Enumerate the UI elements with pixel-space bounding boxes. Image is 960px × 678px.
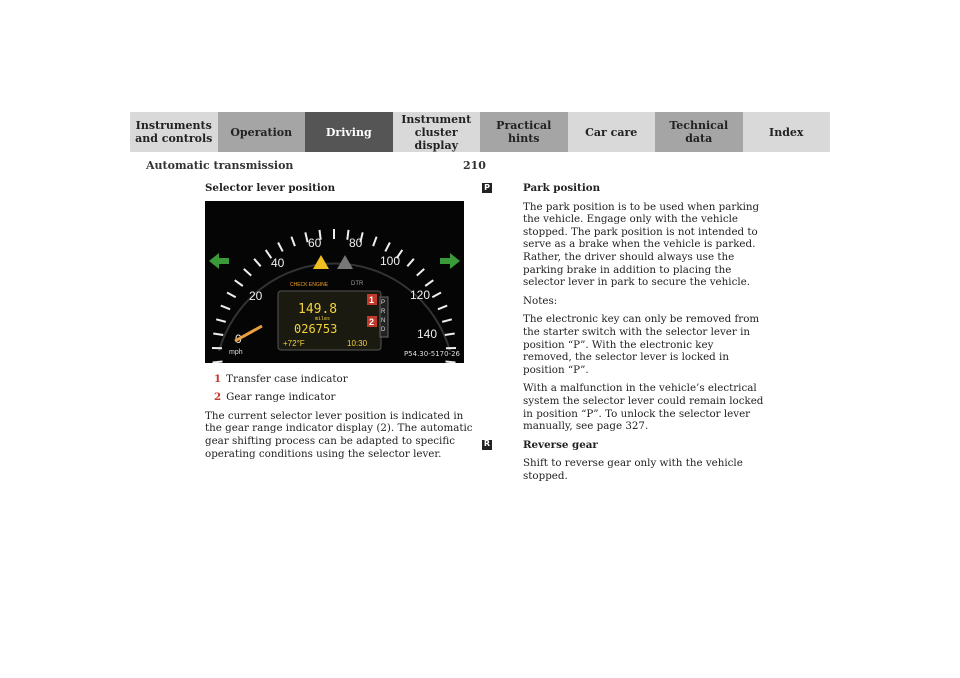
body-paragraph: The current selector lever position is i… xyxy=(205,409,473,460)
tab-label: Driving xyxy=(325,125,372,139)
heading-selector-lever: Selector lever position xyxy=(205,182,336,194)
park-section: P Park position The park position is to … xyxy=(482,182,764,433)
tab-driving[interactable]: Driving xyxy=(305,112,393,152)
nav-tabs: Instruments and controls Operation Drivin… xyxy=(130,112,830,152)
speed-tick xyxy=(212,360,223,363)
legend-number: 2 xyxy=(214,391,222,404)
check-engine-indicator: CHECK ENGINE xyxy=(290,282,329,288)
tab-label: Practical hints xyxy=(496,119,552,145)
section-title: Automatic transmission xyxy=(146,159,294,172)
gear-n: N xyxy=(381,318,385,324)
trip-odometer: 149.8 xyxy=(298,302,337,317)
legend-number: 1 xyxy=(214,372,222,385)
park-note-paragraph: The electronic key can only be removed f… xyxy=(523,313,760,376)
right-column: P Park position The park position is to … xyxy=(482,182,764,488)
speed-label-140: 140 xyxy=(417,327,437,341)
legend-item: 1 Transfer case indicator xyxy=(214,373,480,386)
speed-label-40: 40 xyxy=(271,256,285,270)
park-heading: Park position xyxy=(523,182,601,194)
tab-label: Instrument xyxy=(401,112,472,126)
tab-label: Index xyxy=(769,125,804,139)
tab-label: Operation xyxy=(230,125,293,139)
reverse-section: R Reverse gear Shift to reverse gear onl… xyxy=(482,438,764,483)
reverse-marker-badge: R xyxy=(482,439,492,450)
total-odometer: 026753 xyxy=(294,322,337,336)
tab-label: and controls xyxy=(135,132,213,145)
park-note-paragraph: With a malfunction in the vehicle’s elec… xyxy=(523,382,764,433)
unit-label: mph xyxy=(229,349,243,356)
tab-label: Car care xyxy=(585,125,638,139)
gear-r: R xyxy=(381,309,386,315)
legend-text: Gear range indicator xyxy=(226,391,336,404)
speed-label-20: 20 xyxy=(249,289,263,303)
speed-label-60: 60 xyxy=(308,236,322,250)
park-marker-badge: P xyxy=(482,183,492,193)
page-number: 210 xyxy=(463,159,486,172)
legend-text: Transfer case indicator xyxy=(226,372,348,385)
instrument-cluster-figure: 20 40 60 80 100 120 140 0 mph CHECK ENGI… xyxy=(205,200,464,363)
gear-d: D xyxy=(381,327,386,333)
speed-tick xyxy=(445,360,456,363)
legend-item: 2 Gear range indicator xyxy=(214,391,480,404)
tab-label: Instruments xyxy=(135,119,212,132)
tab-car-care[interactable]: Car care xyxy=(567,112,655,152)
callout-2: 2 xyxy=(369,317,374,327)
figure-code: P54.30-5170-26 xyxy=(403,350,460,358)
dtr-indicator: DTR xyxy=(351,281,364,287)
callout-1: 1 xyxy=(369,295,374,305)
tab-practical-hints[interactable]: Practical hints xyxy=(480,112,568,152)
tab-operation[interactable]: Operation xyxy=(217,112,305,152)
tab-instruments-and-controls[interactable]: Instruments and controls xyxy=(130,112,218,152)
cluster-drawing: 20 40 60 80 100 120 140 0 mph CHECK ENGI… xyxy=(205,200,464,363)
tab-technical-data[interactable]: Technical data xyxy=(655,112,743,152)
outside-temperature: +72°F xyxy=(283,339,305,348)
park-paragraph: The park position is to be used when par… xyxy=(523,200,760,289)
clock: 10:30 xyxy=(347,339,368,348)
left-column: Selector lever position 20 40 60 80 100 … xyxy=(205,182,480,466)
speed-label-100: 100 xyxy=(380,254,400,268)
reverse-heading: Reverse gear xyxy=(523,438,598,451)
tab-index[interactable]: Index xyxy=(742,112,830,152)
speed-label-80: 80 xyxy=(349,236,363,250)
tab-label: cluster display xyxy=(414,125,458,152)
reverse-paragraph: Shift to reverse gear only with the vehi… xyxy=(523,457,743,482)
tab-label: data xyxy=(685,132,713,145)
speed-label-120: 120 xyxy=(410,288,430,302)
notes-label: Notes: xyxy=(523,294,558,307)
tab-instrument-cluster-display[interactable]: Instrument cluster display xyxy=(392,112,480,152)
tab-label: Technical xyxy=(669,119,729,132)
gear-p: P xyxy=(381,300,385,306)
